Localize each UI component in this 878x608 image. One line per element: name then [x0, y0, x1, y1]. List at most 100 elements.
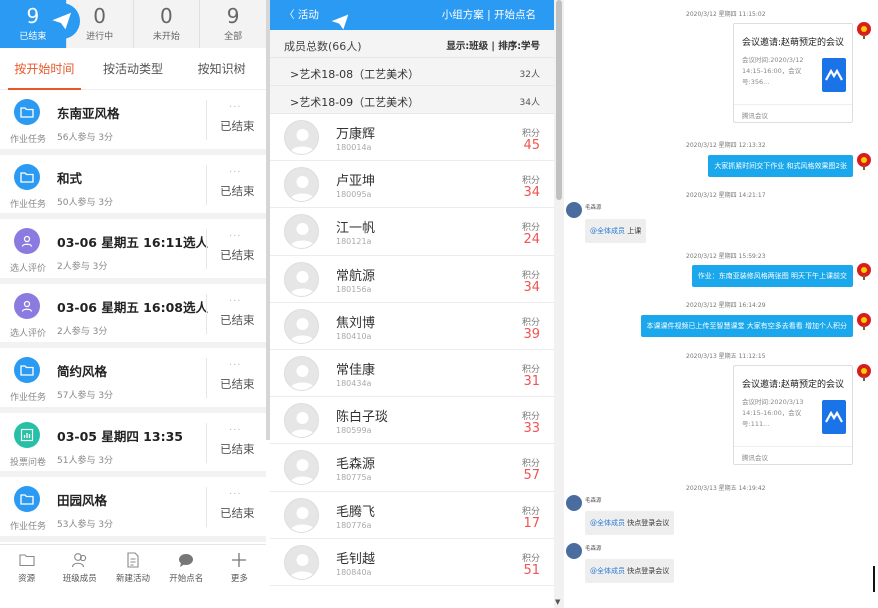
stats-bar: 9 已结束 0 进行中 0 未开始 9 全部 [0, 0, 266, 48]
group-row[interactable]: >艺术18-08（工艺美术） 32人 [270, 58, 554, 86]
more-dots-icon[interactable]: ··· [229, 425, 242, 436]
member-row[interactable]: 常佳康 180434a 积分 31 [270, 350, 554, 398]
bottom-nav-item[interactable]: 开始点名 [160, 545, 213, 590]
sender-name: 毛森源 [585, 546, 602, 552]
points-value: 39 [523, 326, 540, 342]
divider [206, 422, 207, 463]
activity-item[interactable]: 作业任务 东南亚风格 56人参与 3分 ··· 已结束 [0, 90, 266, 155]
activity-meta: 50人参与 3分 [57, 197, 114, 208]
sender-avatar[interactable] [566, 495, 582, 511]
sender-avatar[interactable] [566, 202, 582, 218]
bottom-nav: 资源 班级成员 新建活动 开始点名 更多 [0, 544, 266, 590]
flag-avatar-icon [857, 153, 871, 170]
stat-not-started[interactable]: 0 未开始 [134, 0, 201, 48]
bottom-nav-item[interactable]: 班级成员 [53, 545, 106, 590]
avatar-placeholder-icon [284, 261, 319, 297]
avatar-placeholder-icon [284, 214, 319, 250]
member-list: 万康辉 180014a 积分 45 卢亚坤 180095a 积分 34 江一帆 180121a 积分… [270, 114, 554, 586]
member-row[interactable]: 卢亚坤 180095a 积分 34 [270, 161, 554, 209]
person-icon [14, 228, 40, 254]
folder-icon [14, 163, 40, 190]
back-button[interactable]: 〈 活动 [284, 7, 319, 22]
member-id: 180095a [336, 190, 372, 200]
activity-type: 投票问卷 [10, 457, 47, 468]
member-row[interactable]: 毛森源 180775a 积分 57 [270, 444, 554, 492]
timestamp: 2020/3/12 星期四 11:15:02 [686, 11, 766, 18]
member-name: 万康辉 [336, 127, 376, 142]
scrollbar[interactable]: ▼ [554, 0, 564, 608]
meeting-card[interactable]: 会议邀请:赵萌预定的会议 会议时间:2020/3/13 14:15-16:00，… [733, 365, 853, 465]
avatar-placeholder-icon [284, 355, 319, 391]
filter-by-start-time[interactable]: 按开始时间 [0, 48, 89, 90]
activity-title: 03-06 星期五 16:11选人 [57, 235, 208, 250]
points-value: 51 [523, 562, 540, 578]
sender-avatar[interactable] [566, 543, 582, 559]
sender-name: 毛森源 [585, 205, 602, 211]
divider [206, 487, 207, 527]
bottom-nav-item[interactable]: 新建活动 [106, 545, 159, 590]
member-row[interactable]: 陈白子琰 180599a 积分 33 [270, 397, 554, 445]
meeting-card[interactable]: 会议邀请:赵萌预定的会议 会议时间:2020/3/12 14:15-16:00，… [733, 23, 853, 123]
points-value: 33 [523, 421, 540, 437]
activity-type: 选人评价 [10, 264, 47, 274]
activity-status: 已结束 [220, 248, 255, 262]
filter-by-knowledge-tree[interactable]: 按知识树 [177, 48, 266, 90]
avatar-placeholder-icon [284, 497, 319, 533]
activity-item[interactable]: 作业任务 和式 50人参与 3分 ··· 已结束 [0, 155, 266, 219]
member-id: 180434a [336, 378, 372, 388]
points-value: 24 [523, 232, 540, 248]
activity-title: 和式 [57, 170, 83, 186]
group-row[interactable]: >艺术18-09（工艺美术） 34人 [270, 86, 554, 114]
member-id: 180156a [336, 284, 372, 294]
activity-item[interactable]: 作业任务 田园风格 53人参与 3分 ··· 已结束 [0, 477, 266, 542]
scrollbar-thumb[interactable] [556, 0, 562, 200]
stat-all[interactable]: 9 全部 [200, 0, 266, 48]
folder-icon [14, 99, 40, 125]
tencent-meeting-logo-icon [822, 400, 846, 434]
text-cursor [873, 566, 875, 592]
timestamp: 2020/3/13 星期五 14:19:42 [686, 485, 766, 492]
avatar-placeholder-icon [284, 403, 319, 439]
member-name: 毛钊越 [336, 551, 376, 567]
points-value: 31 [523, 373, 540, 389]
display-sort-options[interactable]: 显示:班级 | 排序:学号 [446, 38, 540, 52]
member-row[interactable]: 毛钊越 180840a 积分 51 [270, 539, 554, 586]
member-name: 毛腾飞 [336, 504, 376, 520]
activity-list: 作业任务 东南亚风格 56人参与 3分 ··· 已结束 作业任务 和式 50人参与 3分 ···… [0, 90, 266, 542]
activity-item[interactable]: 投票问卷 03-05 星期四 13:35 51人参与 3分 ··· 已结束 [0, 413, 266, 477]
document-icon [106, 551, 159, 569]
points-value: 57 [523, 468, 540, 484]
activity-title: 田园风格 [57, 493, 108, 508]
more-dots-icon[interactable]: ··· [229, 231, 242, 242]
activity-item[interactable]: 选人评价 03-06 星期五 16:08选人 2人参与 3分 ··· 已结束 [0, 284, 266, 348]
points-value: 17 [523, 515, 540, 531]
more-dots-icon[interactable]: ··· [229, 296, 242, 307]
member-row[interactable]: 毛腾飞 180776a 积分 17 [270, 492, 554, 539]
member-row[interactable]: 焦刘博 180410a 积分 39 [270, 303, 554, 350]
filter-by-type[interactable]: 按活动类型 [89, 48, 178, 90]
bottom-nav-item[interactable]: 资源 [0, 545, 53, 590]
paper-plane-icon[interactable] [44, 3, 80, 39]
header-actions[interactable]: 小组方案 | 开始点名 [442, 7, 536, 22]
message-bubble: @全体成员 快点登录会议 [585, 559, 675, 583]
person-icon [14, 292, 40, 319]
member-row[interactable]: 江一帆 180121a 积分 24 [270, 208, 554, 256]
more-dots-icon[interactable]: ··· [229, 360, 242, 371]
member-row[interactable]: 万康辉 180014a 积分 45 [270, 114, 554, 162]
more-dots-icon[interactable]: ··· [229, 167, 242, 178]
activity-type: 作业任务 [10, 393, 47, 403]
activity-status: 已结束 [220, 119, 255, 133]
activity-item[interactable]: 作业任务 简约风格 57人参与 3分 ··· 已结束 [0, 348, 266, 413]
member-id: 180410a [336, 331, 372, 341]
activity-status: 已结束 [220, 506, 255, 520]
activity-title: 03-06 星期五 16:08选人 [57, 299, 208, 315]
member-name: 常佳康 [336, 362, 376, 378]
bottom-nav-item[interactable]: 更多 [213, 545, 266, 590]
activity-panel: 9 已结束 0 进行中 0 未开始 9 全部 按开始时间 按活动类型 按知识树 … [0, 0, 266, 608]
message-bubble: 大家抓紧时间交下作业 和式风格效果图2张 [708, 155, 853, 177]
more-dots-icon[interactable]: ··· [229, 102, 242, 113]
more-dots-icon[interactable]: ··· [229, 489, 242, 500]
activity-item[interactable]: 选人评价 03-06 星期五 16:11选人 2人参与 3分 ··· 已结束 [0, 219, 266, 284]
member-row[interactable]: 常航源 180156a 积分 34 [270, 256, 554, 303]
scroll-down-arrow-icon[interactable]: ▼ [555, 598, 560, 606]
